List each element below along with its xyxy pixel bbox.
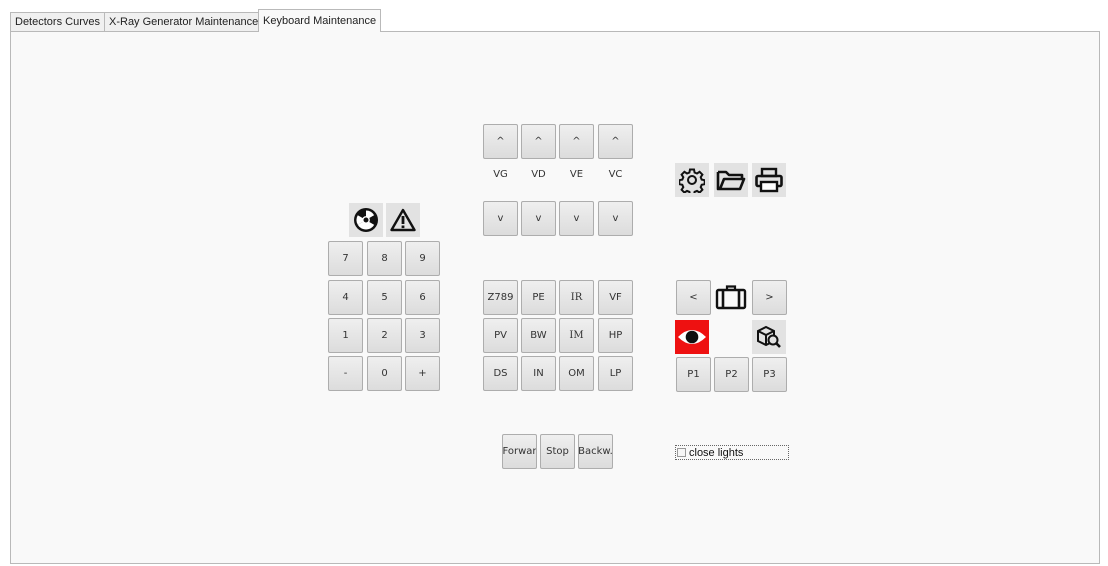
checkbox-square[interactable] — [677, 448, 686, 457]
tab-xray-generator-maintenance[interactable]: X-Ray Generator Maintenance — [104, 12, 264, 31]
function-key-hp[interactable]: HP — [598, 318, 633, 353]
tab-detectors-curves[interactable]: Detectors Curves — [10, 12, 105, 31]
vd-label: VD — [531, 169, 546, 180]
function-key-im[interactable]: IM — [559, 318, 594, 353]
package-search-icon[interactable] — [752, 320, 786, 354]
next-button[interactable]: > — [752, 280, 787, 315]
numpad-key-4[interactable]: 4 — [328, 280, 363, 315]
warning-icon[interactable] — [386, 203, 420, 237]
previous-button[interactable]: < — [676, 280, 711, 315]
numpad-key-9[interactable]: 9 — [405, 241, 440, 276]
close-lights-label: close lights — [689, 446, 744, 459]
backward-button[interactable]: Backw. — [578, 434, 613, 469]
numpad-key-2[interactable]: 2 — [367, 318, 402, 353]
numpad-key-5[interactable]: 5 — [367, 280, 402, 315]
folder-icon[interactable] — [714, 163, 748, 197]
vc-label: VC — [608, 169, 623, 180]
numpad-key-0[interactable]: 0 — [367, 356, 402, 391]
vc-down-button[interactable]: v — [598, 201, 633, 236]
vd-down-button[interactable]: v — [521, 201, 556, 236]
numpad-key-minus[interactable]: - — [328, 356, 363, 391]
function-key-ir[interactable]: IR — [559, 280, 594, 315]
function-key-in[interactable]: IN — [521, 356, 556, 391]
preset-p1-button[interactable]: P1 — [676, 357, 711, 392]
forward-button[interactable]: Forwar — [502, 434, 537, 469]
stop-button[interactable]: Stop — [540, 434, 575, 469]
vc-up-button[interactable]: ^ — [598, 124, 633, 159]
ve-up-button[interactable]: ^ — [559, 124, 594, 159]
numpad-key-8[interactable]: 8 — [367, 241, 402, 276]
preset-p3-button[interactable]: P3 — [752, 357, 787, 392]
function-key-z789[interactable]: Z789 — [483, 280, 518, 315]
radiation-icon[interactable] — [349, 203, 383, 237]
vd-up-button[interactable]: ^ — [521, 124, 556, 159]
tab-keyboard-maintenance[interactable]: Keyboard Maintenance — [258, 9, 382, 32]
function-key-lp[interactable]: LP — [598, 356, 633, 391]
function-key-pv[interactable]: PV — [483, 318, 518, 353]
gear-icon[interactable] — [675, 163, 709, 197]
numpad-key-6[interactable]: 6 — [405, 280, 440, 315]
function-key-bw[interactable]: BW — [521, 318, 556, 353]
function-key-ds[interactable]: DS — [483, 356, 518, 391]
function-key-pe[interactable]: PE — [521, 280, 556, 315]
ve-label: VE — [569, 169, 584, 180]
numpad-key-3[interactable]: 3 — [405, 318, 440, 353]
vg-label: VG — [493, 169, 508, 180]
function-key-om[interactable]: OM — [559, 356, 594, 391]
printer-icon[interactable] — [752, 163, 786, 197]
function-key-vf[interactable]: VF — [598, 280, 633, 315]
numpad-key-7[interactable]: 7 — [328, 241, 363, 276]
preset-p2-button[interactable]: P2 — [714, 357, 749, 392]
luggage-icon — [714, 280, 748, 314]
numpad-key-1[interactable]: 1 — [328, 318, 363, 353]
vg-up-button[interactable]: ^ — [483, 124, 518, 159]
close-lights-checkbox[interactable]: close lights — [675, 445, 789, 460]
ve-down-button[interactable]: v — [559, 201, 594, 236]
eye-icon[interactable] — [675, 320, 709, 354]
vg-down-button[interactable]: v — [483, 201, 518, 236]
numpad-key-plus[interactable]: + — [405, 356, 440, 391]
